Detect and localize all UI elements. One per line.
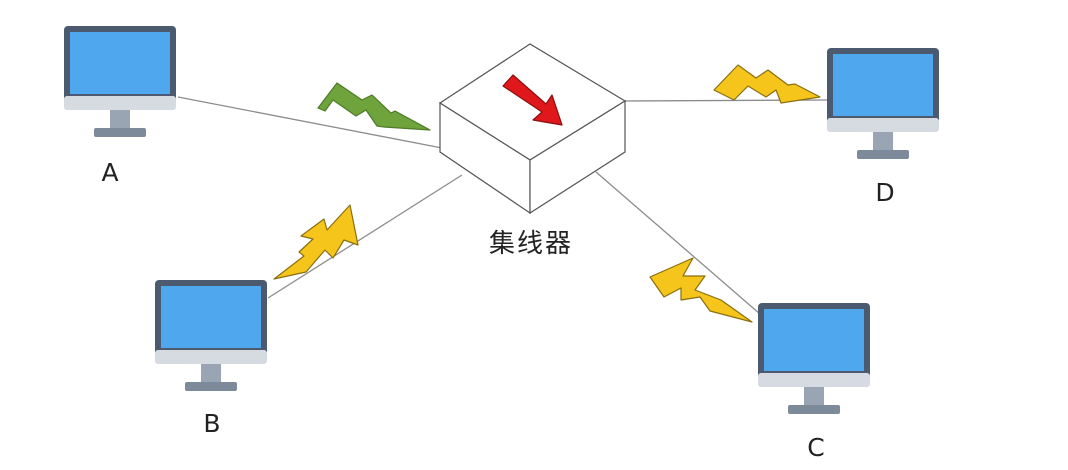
monitor-icon-c	[758, 303, 870, 414]
link-hub-c	[595, 171, 761, 315]
computer-label-c: C	[807, 433, 825, 462]
computer-label-a: A	[101, 158, 119, 187]
monitor-icon-b	[155, 280, 267, 391]
monitor-icon-a	[64, 26, 176, 137]
signal-bolt-icon-c	[649, 257, 753, 323]
computer-label-d: D	[875, 178, 895, 207]
hub-box	[438, 43, 627, 215]
hub-label: 集线器	[488, 229, 574, 259]
network-diagram: A B C D 集线器	[0, 0, 1068, 466]
computer-label-b: B	[203, 409, 221, 438]
signal-bolt-icon-d	[713, 64, 821, 104]
monitor-icon-d	[827, 48, 939, 159]
signal-bolt-icon-a	[317, 82, 431, 131]
link-hub-b	[267, 174, 463, 299]
